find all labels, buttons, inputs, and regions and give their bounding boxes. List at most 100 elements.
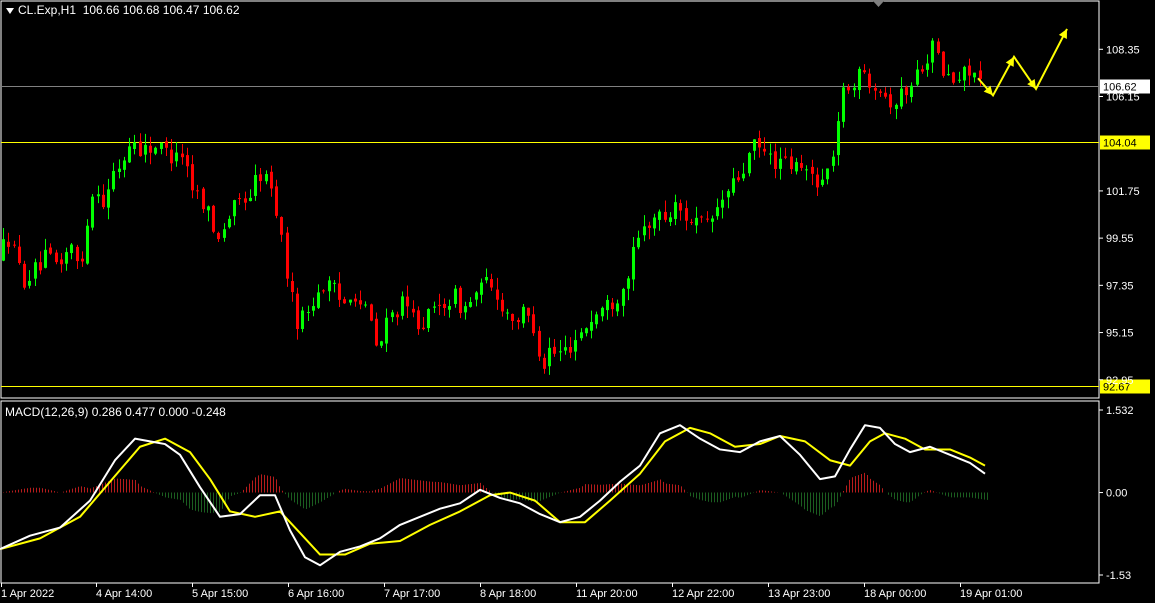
candle-bull	[464, 306, 467, 313]
candle-bear	[774, 151, 777, 169]
candle-bear	[322, 290, 325, 292]
candle-bull	[832, 156, 835, 166]
candle-bull	[107, 189, 110, 208]
candle-bull	[580, 332, 583, 339]
candle-bear	[937, 41, 940, 53]
candle-bear	[217, 232, 220, 240]
candle-bull	[805, 169, 808, 171]
candle-bear	[186, 155, 189, 167]
time-tick-label: 1 Apr 2022	[1, 588, 54, 600]
candle-bear	[412, 308, 415, 313]
candle-bull	[606, 299, 609, 311]
candle-bull	[65, 252, 68, 264]
candle-bear	[863, 70, 866, 73]
candle-bear	[690, 222, 693, 224]
candle-bear	[165, 141, 168, 148]
candle-bear	[270, 171, 273, 189]
candle-bull	[506, 312, 509, 314]
candle-bull	[637, 237, 640, 248]
candle-bear	[905, 87, 908, 96]
candle-bear	[181, 153, 184, 158]
collapse-triangle-icon[interactable]	[6, 7, 14, 14]
candle-bull	[669, 217, 672, 222]
candle-bull	[643, 226, 646, 236]
candle-bull	[926, 63, 929, 70]
candle-bear	[343, 299, 346, 304]
candle-bull	[595, 314, 598, 325]
macd-label: MACD(12,26,9)	[5, 405, 89, 419]
candle-bull	[307, 312, 310, 314]
candle-bear	[501, 299, 504, 312]
candle-bull	[485, 277, 488, 281]
price-tick-label: 108.35	[1106, 44, 1140, 56]
candle-bull	[123, 160, 126, 170]
candle-bear	[952, 72, 955, 83]
candle-bull	[44, 249, 47, 268]
candle-bull	[559, 351, 562, 353]
candle-bear	[490, 279, 493, 288]
candle-bull	[769, 153, 772, 155]
candle-bull	[963, 66, 966, 81]
time-tick-label: 8 Apr 18:00	[480, 588, 536, 600]
candle-bull	[28, 280, 31, 286]
price-tick-label: 106.15	[1106, 91, 1140, 103]
candle-bear	[191, 164, 194, 191]
candle-bear	[244, 198, 247, 203]
candle-bull	[233, 200, 236, 217]
candle-bear	[921, 69, 924, 72]
time-axis: 1 Apr 2022 4 Apr 14:00 5 Apr 15:00 6 Apr 16…	[1, 583, 1022, 600]
candle-bull	[748, 153, 751, 174]
candle-bull	[469, 302, 472, 307]
price-tick-label: 92.95	[1106, 375, 1134, 387]
time-tick-label: 12 Apr 22:00	[672, 588, 734, 600]
candle-bull	[564, 347, 567, 351]
price-tick-label: 97.35	[1106, 280, 1134, 292]
candle-bull	[301, 310, 304, 329]
candle-bull	[973, 72, 976, 78]
candle-bear	[868, 73, 871, 88]
candle-bear	[76, 246, 79, 262]
candle-bull	[175, 152, 178, 162]
candle-bear	[39, 262, 42, 271]
candle-bear	[55, 252, 58, 263]
candle-bull	[112, 170, 115, 190]
candle-bull	[401, 296, 404, 316]
ohlc-values: 106.66 106.68 106.47 106.62	[82, 3, 240, 17]
candle-bull	[716, 207, 719, 217]
candle-bear	[275, 186, 278, 216]
candle-bear	[532, 314, 535, 334]
shift-marker-icon	[873, 1, 884, 7]
candle-bull	[454, 288, 457, 305]
candle-bear	[202, 188, 205, 210]
candle-bull	[627, 278, 630, 289]
price-tick-label: 99.55	[1106, 233, 1134, 245]
candle-bull	[254, 174, 257, 196]
candle-bear	[459, 287, 462, 314]
candle-bear	[7, 241, 10, 247]
candle-bear	[354, 298, 357, 302]
candle-bear	[800, 163, 803, 168]
candle-bull	[821, 179, 824, 185]
macd-tick-label: 1.532	[1106, 405, 1134, 417]
candle-bull	[385, 317, 388, 344]
forecast-path	[977, 28, 1068, 98]
main-chart-header: CL.Exp,H1 106.66 106.68 106.47 106.62	[6, 3, 240, 17]
candle-bull	[653, 217, 656, 229]
time-tick-label: 18 Apr 00:00	[864, 588, 926, 600]
candle-bear	[170, 149, 173, 164]
candle-bull	[727, 191, 730, 198]
macd-header: MACD(12,26,9) 0.286 0.477 0.000 -0.248	[5, 405, 226, 419]
time-tick-label: 11 Apr 20:00	[576, 588, 638, 600]
candle-bull	[585, 328, 588, 334]
candle-bull	[380, 341, 383, 346]
time-tick-label: 7 Apr 17:00	[384, 588, 440, 600]
candle-bear	[280, 217, 283, 235]
candle-bear	[758, 138, 761, 148]
candle-bear	[517, 320, 520, 323]
candle-bear	[968, 65, 971, 76]
candle-bull	[616, 303, 619, 312]
candle-bull	[931, 40, 934, 63]
candle-bull	[34, 262, 37, 279]
candle-bull	[364, 304, 367, 306]
candle-bull	[695, 217, 698, 226]
